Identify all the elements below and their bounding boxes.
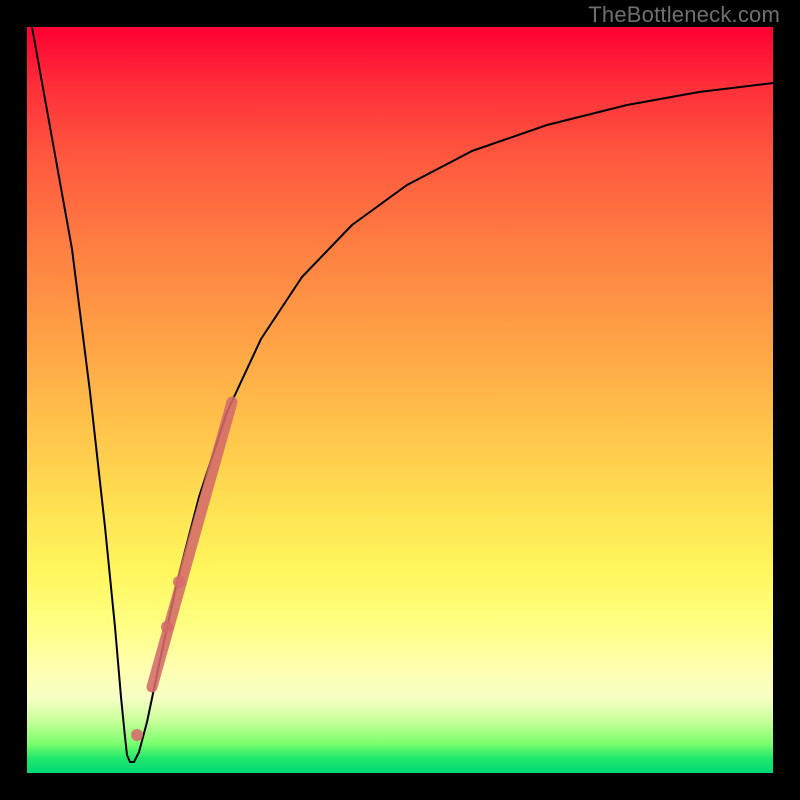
- watermark-text: TheBottleneck.com: [588, 2, 780, 28]
- annotation-dot-2: [161, 621, 173, 633]
- annotation-dot-3: [173, 576, 185, 588]
- chart-frame: TheBottleneck.com: [0, 0, 800, 800]
- chart-overlay: [27, 27, 773, 773]
- highlight-segment: [152, 402, 232, 687]
- annotation-dot-1: [131, 729, 143, 741]
- bottleneck-curve: [32, 27, 773, 762]
